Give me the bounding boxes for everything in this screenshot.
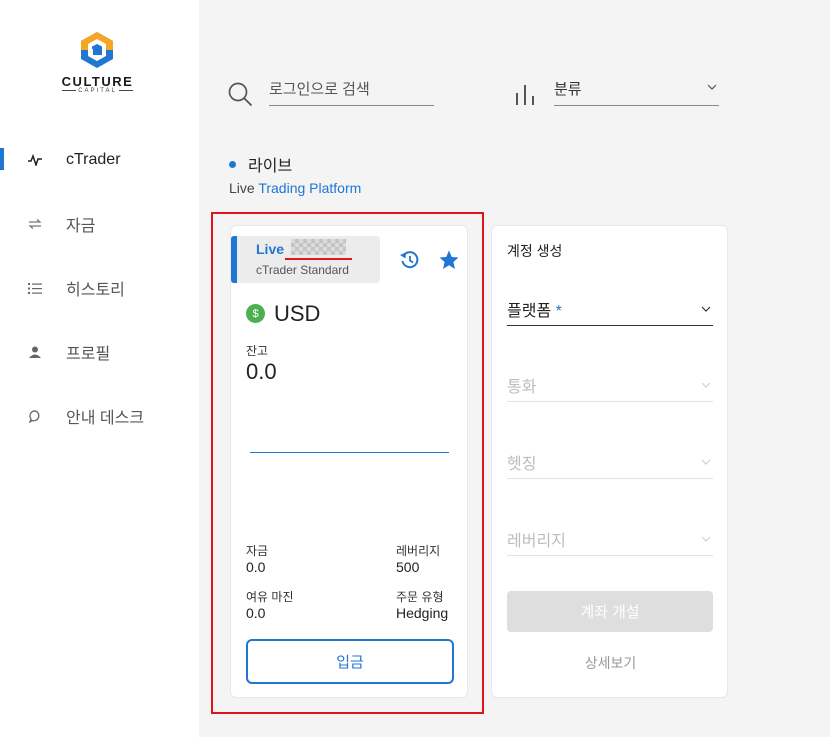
chevron-down-icon: [701, 306, 711, 312]
hedging-select-label: 헷징: [507, 456, 537, 473]
currency-select[interactable]: 통화: [507, 366, 713, 402]
leverage-select-label: 레버리지: [507, 533, 566, 550]
sidebar-item-label: 안내 데스크: [66, 410, 145, 427]
category-select[interactable]: 분류: [554, 76, 719, 106]
brand-logo[interactable]: CULTURE CAPITAL: [60, 30, 140, 100]
hedging-select[interactable]: 헷징: [507, 443, 713, 479]
sidebar-item-label: 히스토리: [66, 282, 125, 299]
currency-select-label: 통화: [507, 379, 537, 396]
platform-select-label: 플랫폼 *: [507, 303, 562, 320]
sidebar: CULTURE CAPITAL cTrader 자금 히스토리 프로필 안내 데…: [0, 0, 199, 737]
section-subtitle-prefix: Live: [229, 180, 255, 196]
chevron-down-icon: [707, 84, 717, 90]
search-input[interactable]: [269, 78, 434, 106]
brand-subname: CAPITAL: [60, 88, 135, 94]
search-bar: [228, 78, 434, 108]
sidebar-item-ctrader[interactable]: cTrader: [0, 145, 199, 175]
category-select-value: 분류: [554, 81, 582, 98]
required-mark: *: [555, 303, 562, 320]
chat-icon: [27, 408, 43, 424]
category-filter: 분류: [515, 76, 719, 108]
sidebar-item-label: 자금: [66, 218, 96, 235]
section-subtitle: Live Trading Platform: [229, 180, 361, 196]
sidebar-item-helpdesk[interactable]: 안내 데스크: [0, 401, 199, 431]
live-status-dot: [229, 160, 236, 168]
list-icon: [27, 280, 43, 296]
chevron-down-icon: [701, 459, 711, 465]
sidebar-item-label: 프로필: [66, 346, 111, 363]
brand-name: CULTURE: [61, 74, 134, 89]
create-account-title: 계정 생성: [507, 243, 563, 259]
platform-select[interactable]: 플랫폼 *: [507, 290, 713, 326]
search-icon: [228, 82, 253, 107]
annotation-highlight-box: [211, 212, 484, 714]
leverage-select[interactable]: 레버리지: [507, 520, 713, 556]
person-icon: [27, 344, 43, 360]
section-header: 라이브: [229, 152, 292, 176]
transfer-icon: [27, 216, 43, 232]
sidebar-item-profile[interactable]: 프로필: [0, 337, 199, 367]
sidebar-item-label: cTrader: [66, 151, 121, 168]
bar-chart-icon: [516, 85, 534, 105]
details-link[interactable]: 상세보기: [492, 653, 729, 673]
chevron-down-icon: [701, 536, 711, 542]
sidebar-item-funds[interactable]: 자금: [0, 209, 199, 239]
create-account-panel: 계정 생성 플랫폼 * 통화 헷징 레버리지 계좌 개설 상세보기: [491, 225, 728, 698]
open-account-button[interactable]: 계좌 개설: [507, 591, 713, 632]
trading-platform-link[interactable]: Trading Platform: [258, 180, 361, 196]
hexagon-logo-icon: [81, 32, 113, 68]
pulse-icon: [27, 152, 43, 168]
sidebar-item-history[interactable]: 히스토리: [0, 273, 199, 303]
section-title: 라이브: [248, 158, 293, 175]
chevron-down-icon: [701, 382, 711, 388]
